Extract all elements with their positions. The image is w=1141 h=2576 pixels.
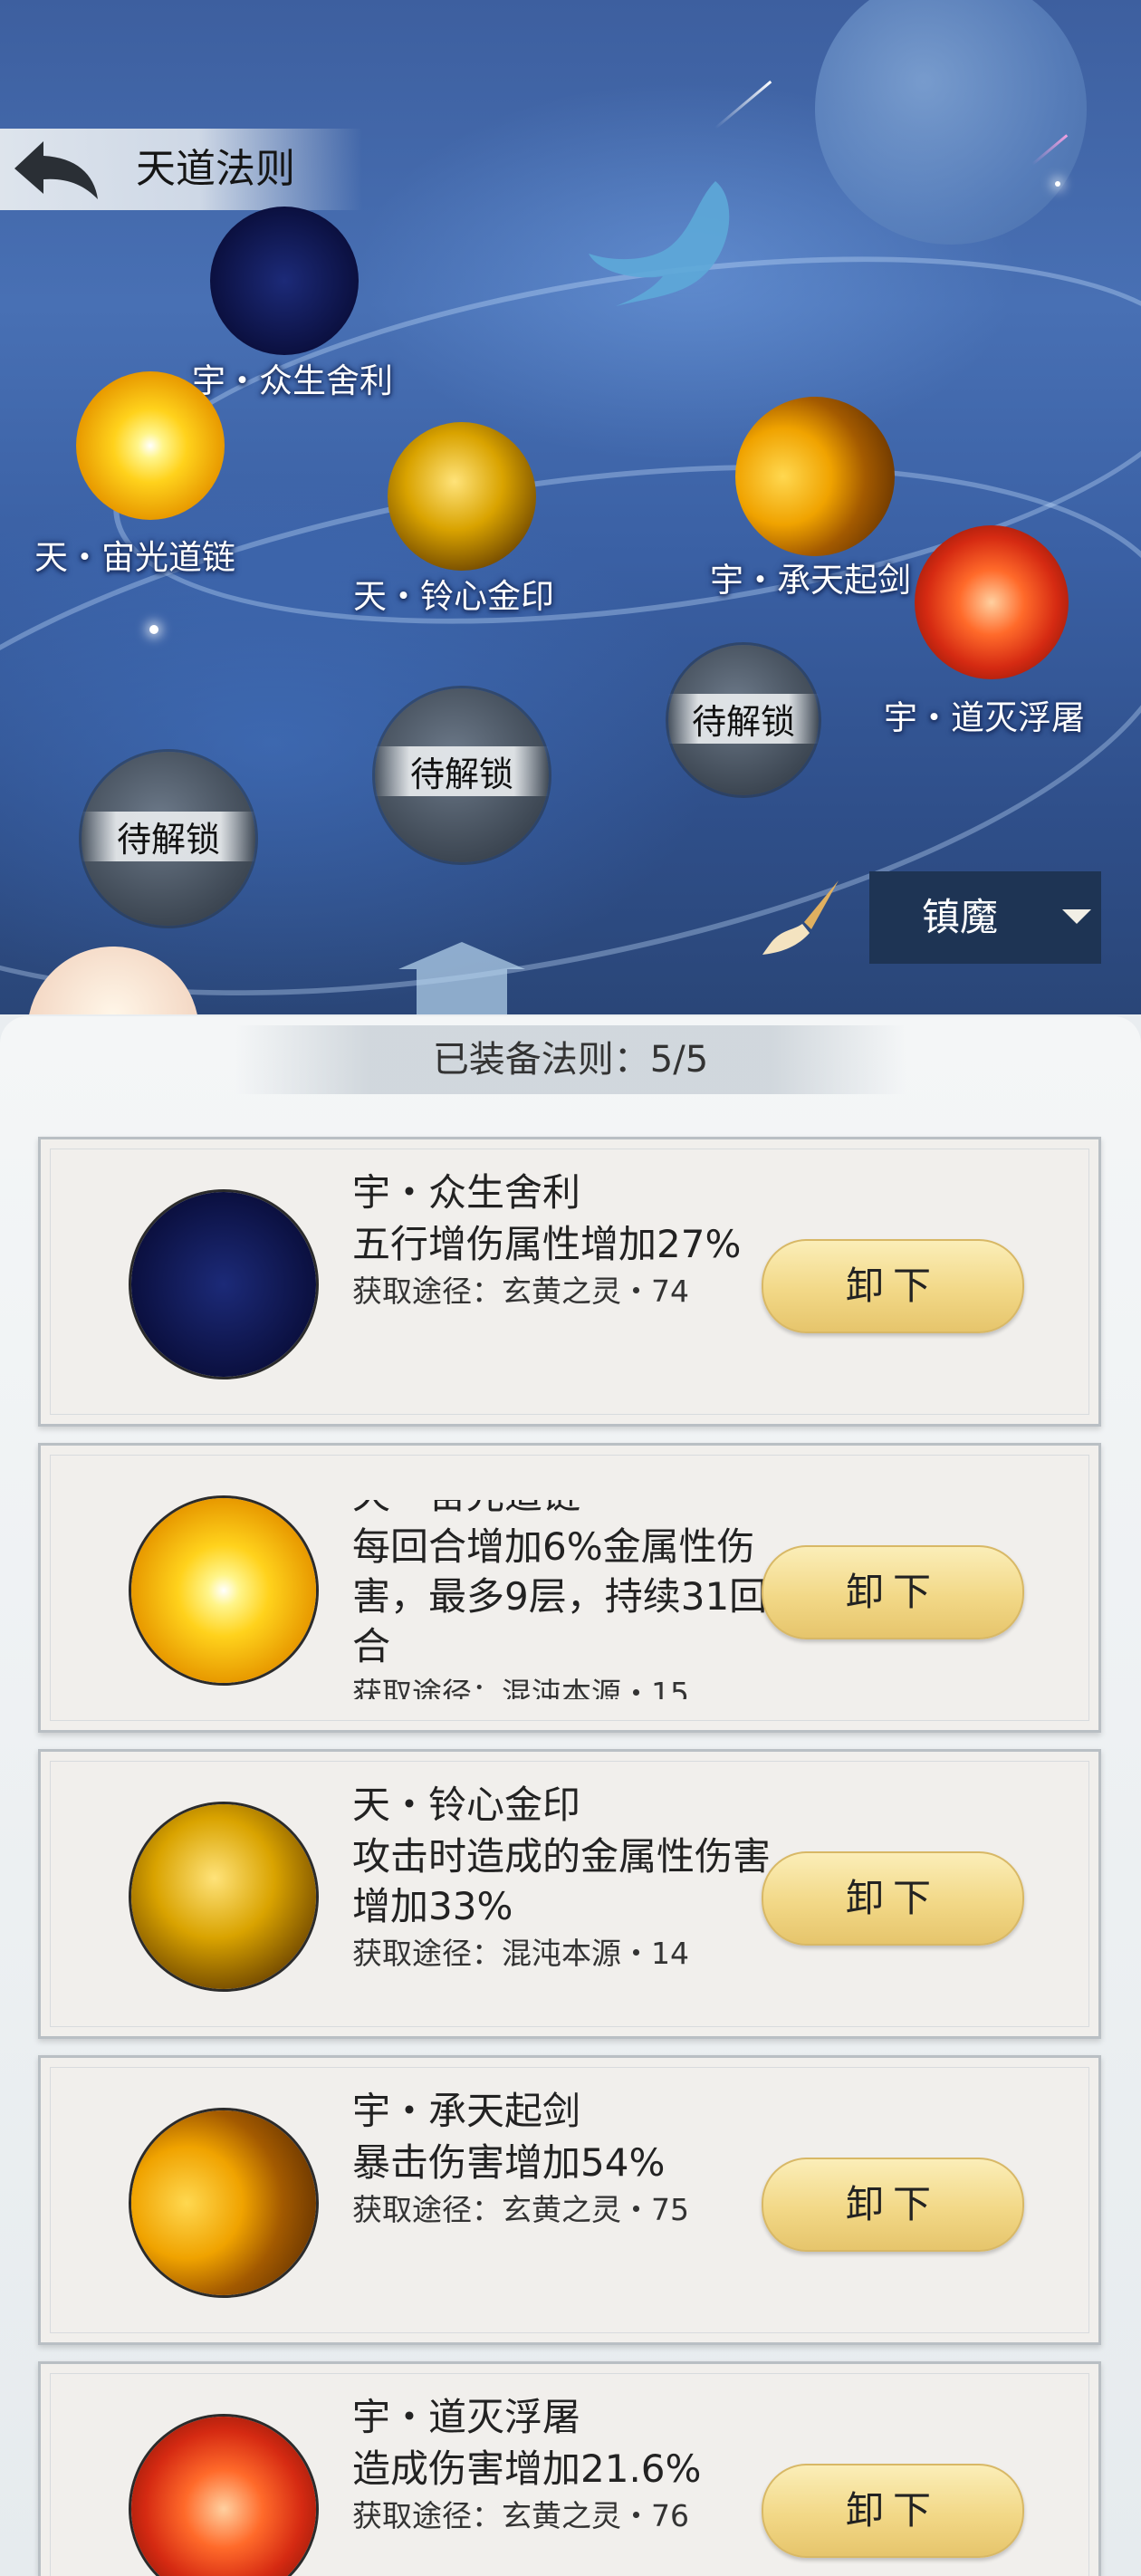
equipped-count-text: 已装备法则：5/5 bbox=[432, 1039, 709, 1081]
locked-node[interactable]: 待解锁 bbox=[668, 645, 819, 795]
map-node-label: 天・宙光道链 bbox=[34, 538, 235, 577]
locked-node[interactable]: 待解锁 bbox=[82, 752, 255, 926]
unequip-button[interactable]: 卸下 bbox=[762, 2158, 1024, 2252]
locked-node[interactable]: 待解锁 bbox=[375, 688, 549, 862]
locked-label: 待解锁 bbox=[668, 694, 819, 744]
rule-name: 宇・承天起剑 bbox=[352, 2089, 581, 2133]
unequip-button[interactable]: 卸下 bbox=[762, 2464, 1024, 2558]
map-node-daomie[interactable] bbox=[915, 525, 1069, 679]
whale-decoration bbox=[589, 181, 730, 306]
equipped-count-bar: 已装备法则：5/5 bbox=[235, 1025, 906, 1094]
rule-text-scroll[interactable]: 天・宙光道链 每回合增加6%金属性伤害，最多9层，持续31回合 获取途径：混沌本… bbox=[352, 1500, 778, 1699]
shooting-star bbox=[714, 80, 772, 130]
rule-desc: 每回合增加6%金属性伤害，最多9层，持续31回合 bbox=[352, 1524, 768, 1668]
rule-name: 天・宙光道链 bbox=[352, 1500, 778, 1522]
brush-icon[interactable] bbox=[759, 877, 845, 958]
rule-desc: 五行增伤属性增加27% bbox=[352, 1222, 742, 1266]
page-title: 天道法则 bbox=[136, 146, 295, 192]
star-map: 天道法则 宇・众生舍利 天・宙光道链 天・铃心金印 宇・承天起剑 宇・道灭浮屠 … bbox=[0, 0, 1141, 1014]
gold-seal-orb-icon bbox=[388, 422, 536, 571]
rule-card: 宇・承天起剑 暴击伤害增加54% 获取途径：玄黄之灵・75 卸下 bbox=[38, 2055, 1101, 2345]
rule-card: 天・铃心金印 攻击时造成的金属性伤害增加33% 获取途径：混沌本源・14 卸下 bbox=[38, 1749, 1101, 2039]
rule-source: 获取途径：玄黄之灵・76 bbox=[352, 2498, 689, 2533]
map-node-label: 宇・道灭浮屠 bbox=[884, 698, 1085, 737]
rule-name: 天・铃心金印 bbox=[352, 1783, 581, 1827]
locked-label: 待解锁 bbox=[375, 746, 549, 796]
dropdown-selected: 镇魔 bbox=[921, 895, 998, 939]
rule-desc: 暴击伤害增加54% bbox=[352, 2140, 666, 2185]
map-node-lingxin[interactable] bbox=[388, 422, 536, 571]
rule-desc: 造成伤害增加21.6% bbox=[352, 2446, 702, 2491]
map-node-label: 宇・承天起剑 bbox=[710, 561, 911, 600]
back-arrow-icon[interactable] bbox=[7, 134, 107, 205]
comet-orb-icon bbox=[210, 207, 359, 355]
rule-card: 宇・道灭浮屠 造成伤害增加21.6% 获取途径：玄黄之灵・76 卸下 bbox=[38, 2361, 1101, 2576]
map-node-zhouguang[interactable] bbox=[76, 371, 225, 520]
crescent-orb-icon bbox=[735, 397, 895, 556]
rule-name: 宇・道灭浮屠 bbox=[352, 2395, 581, 2439]
unequip-button[interactable]: 卸下 bbox=[762, 1545, 1024, 1639]
planet-decoration bbox=[815, 0, 1087, 245]
crescent-orb-icon bbox=[131, 2110, 316, 2295]
chevron-down-icon bbox=[1062, 909, 1091, 924]
star-sparkle bbox=[149, 625, 158, 634]
rule-source: 获取途径：混沌本源・14 bbox=[352, 1936, 689, 1971]
sun-orb-icon bbox=[131, 1498, 316, 1683]
temple-decoration bbox=[398, 942, 525, 1014]
sun-orb-icon bbox=[76, 371, 225, 520]
map-node-chengtian[interactable] bbox=[735, 397, 895, 556]
unequip-button[interactable]: 卸下 bbox=[762, 1239, 1024, 1333]
mode-dropdown[interactable]: 镇魔 bbox=[869, 871, 1101, 964]
rule-source: 获取途径：玄黄之灵・74 bbox=[352, 1274, 689, 1309]
star-sparkle bbox=[1055, 181, 1060, 187]
rule-card: 宇・众生舍利 五行增伤属性增加27% 获取途径：玄黄之灵・74 卸下 bbox=[38, 1137, 1101, 1427]
unequip-button[interactable]: 卸下 bbox=[762, 1851, 1024, 1946]
map-node-label: 天・铃心金印 bbox=[353, 577, 554, 616]
locked-label: 待解锁 bbox=[82, 812, 255, 861]
map-node-zhongsheng[interactable] bbox=[210, 207, 359, 355]
rule-desc: 攻击时造成的金属性伤害增加33% bbox=[352, 1834, 772, 1928]
fire-tower-orb-icon bbox=[915, 525, 1069, 679]
rule-source: 获取途径：混沌本源・15 bbox=[352, 1676, 689, 1699]
comet-orb-icon bbox=[131, 1192, 316, 1377]
header-bar: 天道法则 bbox=[0, 129, 362, 210]
gold-seal-orb-icon bbox=[131, 1804, 316, 1989]
rule-card: 天・宙光道链 每回合增加6%金属性伤害，最多9层，持续31回合 获取途径：混沌本… bbox=[38, 1443, 1101, 1733]
rule-name: 宇・众生舍利 bbox=[352, 1170, 581, 1215]
rule-source: 获取途径：玄黄之灵・75 bbox=[352, 2192, 689, 2227]
